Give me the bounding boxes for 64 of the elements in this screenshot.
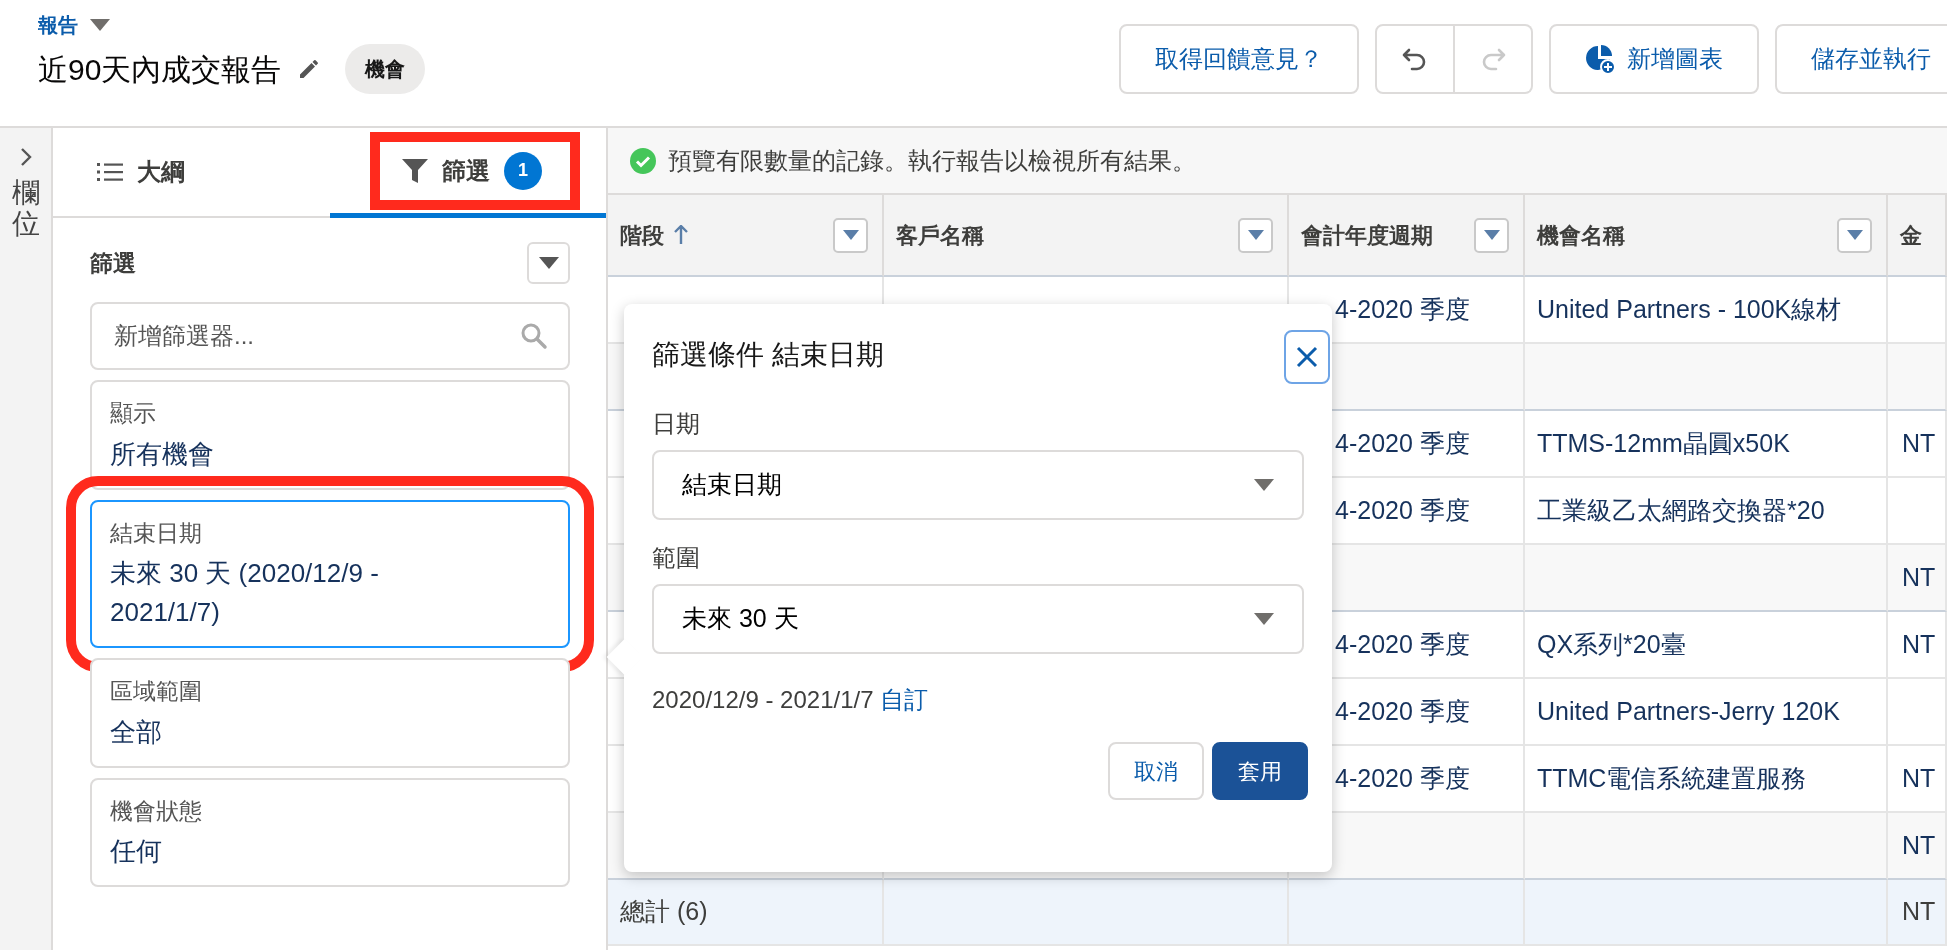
caret-down-icon <box>1846 230 1863 240</box>
select-field[interactable]: 結束日期 <box>652 450 1304 520</box>
undo-button[interactable] <box>1375 24 1455 94</box>
report-title: 近90天內成交報告 <box>38 51 282 88</box>
table-cell: QX系列*20臺 <box>1525 612 1888 679</box>
object-pill: 機會 <box>345 44 426 94</box>
popover-title: 篩選條件 結束日期 <box>652 338 884 372</box>
cancel-button[interactable]: 取消 <box>1108 742 1204 800</box>
table-cell: NT <box>1888 612 1947 679</box>
expand-button[interactable] <box>18 146 33 168</box>
caret-down-icon <box>842 230 859 240</box>
caret-down-icon <box>1483 230 1500 240</box>
breadcrumb-menu[interactable]: 報告 <box>38 10 426 40</box>
caret-down-icon <box>90 19 110 31</box>
list-icon <box>97 162 123 182</box>
save-run-button[interactable]: 儲存並執行 <box>1775 24 1947 94</box>
count-badge: 1 <box>504 151 542 190</box>
apply-button[interactable]: 套用 <box>1212 742 1308 800</box>
feedback-button[interactable]: 取得回饋意見？ <box>1119 24 1359 94</box>
search-field[interactable]: 新增篩選器... <box>90 302 570 370</box>
date-range-text: 2020/12/9 - 2021/1/7 自訂 <box>652 685 930 715</box>
table-cell: TTMS-12mm晶圓x50K <box>1525 411 1888 478</box>
table-cell: NT <box>1888 545 1947 612</box>
chart-add-icon <box>1585 44 1615 74</box>
column-header[interactable]: 會計年度週期 <box>1289 195 1525 277</box>
table-cell: United Partners-Jerry 120K <box>1525 679 1888 746</box>
tab[interactable]: 篩選 1 <box>330 128 606 218</box>
table-cell: NT <box>1888 411 1947 478</box>
column-header[interactable]: 金 <box>1888 195 1947 277</box>
column-header[interactable]: 機會名稱 <box>1525 195 1888 277</box>
check-circle-icon <box>630 147 656 174</box>
table-cell <box>1888 679 1947 746</box>
caret-down-icon <box>1247 230 1264 240</box>
side-strip-label: 欄位 <box>11 178 40 240</box>
close-icon <box>1296 346 1318 368</box>
custom-link[interactable]: 自訂 <box>880 686 929 713</box>
add-chart-button[interactable]: 新增圖表 <box>1549 24 1759 94</box>
field-label: 日期 <box>652 409 701 439</box>
column-header[interactable]: 客戶名稱 <box>884 195 1289 277</box>
table-cell <box>1888 344 1947 411</box>
filter-card[interactable]: 區域範圍 全部 <box>90 658 570 768</box>
close-button[interactable] <box>1284 330 1330 384</box>
caret-down-icon <box>1254 479 1274 491</box>
column-menu-button[interactable] <box>1837 217 1872 253</box>
dropdown-button[interactable] <box>527 242 570 284</box>
notice-bar: 預覽有限數量的記錄。執行報告以檢視所有結果。 <box>608 128 1947 195</box>
table-cell: 總計 (6) <box>608 880 884 946</box>
column-header[interactable]: 階段 <box>608 195 884 277</box>
section-heading: 篩選 <box>90 248 136 278</box>
filter-card[interactable]: 機會狀態 任何 <box>90 777 570 887</box>
table-cell: NT <box>1888 813 1947 880</box>
column-menu-button[interactable] <box>1238 217 1273 253</box>
column-menu-button[interactable] <box>833 217 868 253</box>
filter-icon <box>402 157 428 184</box>
column-menu-button[interactable] <box>1474 217 1509 253</box>
table-cell: NT <box>1888 880 1947 946</box>
caret-down-icon <box>1254 613 1274 625</box>
caret-down-icon <box>538 257 559 269</box>
tab[interactable]: 大綱 <box>53 128 330 216</box>
chevron-right-icon <box>18 146 33 168</box>
select-field[interactable]: 未來 30 天 <box>652 584 1304 654</box>
field-label: 範圍 <box>652 543 701 573</box>
search-icon <box>520 322 548 350</box>
filter-card[interactable]: 顯示 所有機會 <box>90 380 570 490</box>
